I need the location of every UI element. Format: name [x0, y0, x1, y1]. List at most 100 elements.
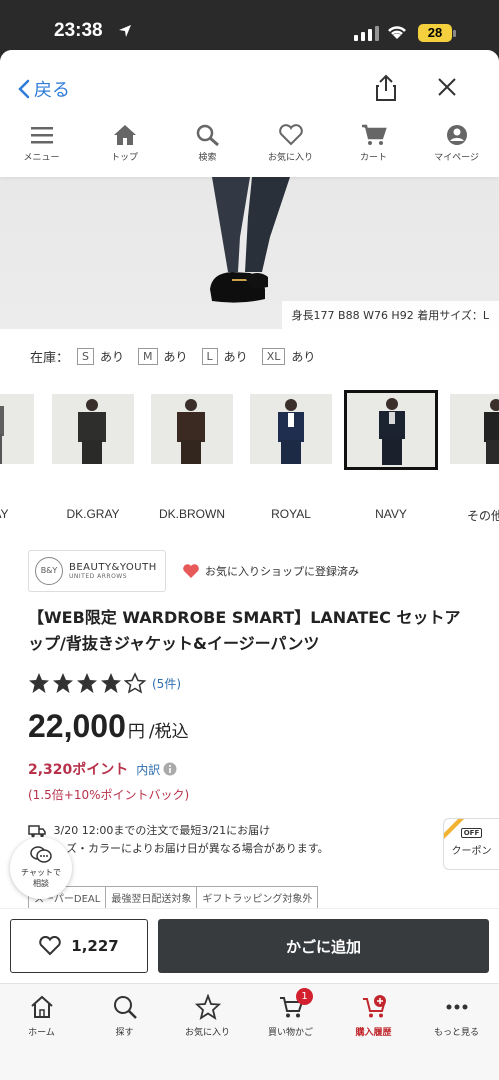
share-icon[interactable]: [374, 74, 398, 102]
brand-sub: UNITED ARROWS: [69, 573, 128, 580]
points-detail-link[interactable]: 内訳: [136, 761, 160, 778]
bottom-tab-bar: ホーム 探す お気に入り 1 買い物かご 購入履歴 もっと見る: [0, 983, 499, 1080]
swatch-label: NAVY: [375, 507, 407, 521]
brand-logo-button[interactable]: B&Y BEAUTY&YOUTH UNITED ARROWS: [28, 550, 166, 592]
model-thumbnail: [0, 406, 4, 464]
signal-icon: [354, 26, 379, 41]
tab-label: ホーム: [28, 1028, 55, 1038]
tab-purchase-history[interactable]: 購入履歴: [332, 984, 415, 1080]
tab-more[interactable]: もっと見る: [415, 984, 498, 1080]
cart-badge: 1: [296, 988, 313, 1005]
delivery-info: 3/20 12:00までの注文で最短3/21にお届け ズ・カラーによりお届け日が…: [28, 822, 329, 858]
coupon-button[interactable]: OFF クーポン: [443, 818, 499, 870]
tab-search[interactable]: 探す: [83, 984, 166, 1080]
model-thumbnail: [78, 399, 106, 464]
chat-button[interactable]: チャットで 相談: [10, 837, 72, 899]
status-bar: 23:38 28: [0, 0, 499, 50]
action-bar: 1,227 かごに追加: [0, 908, 499, 983]
delivery-line2: ズ・カラーによりお届け日が異なる場合があります。: [66, 842, 329, 855]
swatch-label: GRAY: [0, 507, 9, 521]
point-back-note: (1.5倍+10%ポイントバック): [28, 788, 190, 802]
search-icon: [113, 996, 137, 1019]
product-image[interactable]: 身長177 B88 W76 H92 着用サイズ：L: [0, 177, 499, 329]
tab-favorites[interactable]: お気に入り: [166, 984, 249, 1080]
tab-label: 探す: [115, 1028, 134, 1038]
swatch-royal[interactable]: [250, 394, 332, 464]
price-tax: /税込: [148, 722, 189, 742]
nav-label: トップ: [110, 153, 138, 163]
status-time: 23:38: [54, 20, 103, 41]
swatch-dk-gray[interactable]: [52, 394, 134, 464]
swatch-other[interactable]: [450, 394, 499, 464]
tag: 最強翌日配送対象: [105, 886, 198, 909]
nav-search[interactable]: 検索: [166, 124, 249, 172]
star-empty-icon: [124, 672, 146, 694]
home-icon: [30, 995, 53, 1018]
model-thumbnail: [379, 398, 405, 465]
tab-cart[interactable]: 1 買い物かご: [249, 984, 332, 1080]
nav-top[interactable]: トップ: [83, 124, 166, 172]
rating[interactable]: (5件): [28, 672, 181, 694]
star-icon: [194, 994, 221, 1020]
tab-label: お気に入り: [184, 1028, 230, 1038]
nav-label: お気に入り: [267, 153, 313, 163]
top-bar: 戻る メニュー トップ 検索 お気に入り カート マイページ: [0, 50, 499, 177]
add-to-cart-button[interactable]: かごに追加: [158, 919, 489, 973]
swatch-dk-brown[interactable]: [151, 394, 233, 464]
delivery-line1: 3/20 12:00までの注文で最短3/21にお届け: [53, 824, 271, 837]
nav-mypage[interactable]: マイページ: [415, 124, 498, 172]
stock-status: あり: [163, 350, 188, 364]
like-count: 1,227: [71, 937, 119, 955]
points-value: 2,320ポイント: [28, 762, 129, 778]
review-count[interactable]: (5件): [152, 675, 181, 692]
favorite-shop-status[interactable]: お気に入りショップに登録済み: [182, 563, 359, 579]
like-button[interactable]: 1,227: [10, 919, 148, 973]
coupon-label: クーポン: [451, 846, 492, 857]
nav-cart[interactable]: カート: [332, 124, 415, 172]
stock-status: あり: [100, 350, 125, 364]
heart-filled-icon: [183, 564, 199, 578]
battery-cap: [453, 30, 456, 37]
swatch-gray[interactable]: [0, 394, 34, 464]
model-thumbnail: [484, 399, 499, 464]
cart-icon: [361, 124, 387, 145]
star-filled-icon: [29, 673, 49, 693]
nav-menu[interactable]: メニュー: [0, 124, 83, 172]
close-icon[interactable]: [436, 76, 458, 98]
stock-size: M: [138, 348, 158, 365]
stock-status: あり: [291, 350, 316, 364]
menu-icon: [30, 127, 53, 144]
chat-bubble-icon: [30, 846, 52, 863]
search-icon: [196, 124, 219, 146]
star-filled-icon: [53, 673, 73, 693]
tab-label: もっと見る: [433, 1028, 479, 1038]
wifi-icon: [388, 26, 406, 39]
model-size-caption: 身長177 B88 W76 H92 着用サイズ：L: [281, 301, 499, 329]
back-button[interactable]: 戻る: [18, 76, 70, 102]
price-value: 22,000: [28, 708, 126, 744]
tag: ギフトラッピング対象外: [196, 886, 319, 909]
swatch-label: ROYAL: [271, 507, 311, 521]
nav-label: マイページ: [434, 153, 479, 163]
star-filled-icon: [77, 673, 97, 693]
brand-logo: B&Y: [35, 557, 63, 585]
heart-icon: [39, 936, 61, 956]
stock-size: S: [77, 348, 94, 365]
star-filled-icon: [101, 673, 121, 693]
swatch-label: DK.BROWN: [159, 507, 225, 521]
nav-favorites[interactable]: お気に入り: [249, 124, 332, 172]
nav-label: カート: [359, 153, 387, 163]
price-currency: 円: [127, 722, 145, 742]
model-thumbnail: [177, 399, 205, 464]
tag-list: スーパーDEAL 最強翌日配送対象 ギフトラッピング対象外: [28, 886, 319, 909]
swatch-navy[interactable]: [344, 390, 438, 470]
stock-row: 在庫： S あり M あり L あり XL あり: [30, 347, 329, 366]
info-icon[interactable]: [163, 762, 177, 776]
more-icon: [446, 1004, 467, 1010]
battery-indicator: 28: [418, 24, 452, 42]
chat-label: チャットで: [21, 868, 61, 877]
tab-home[interactable]: ホーム: [0, 984, 83, 1080]
back-label: 戻る: [34, 80, 70, 100]
stock-status: あり: [223, 350, 248, 364]
nav-label: メニュー: [23, 153, 60, 163]
